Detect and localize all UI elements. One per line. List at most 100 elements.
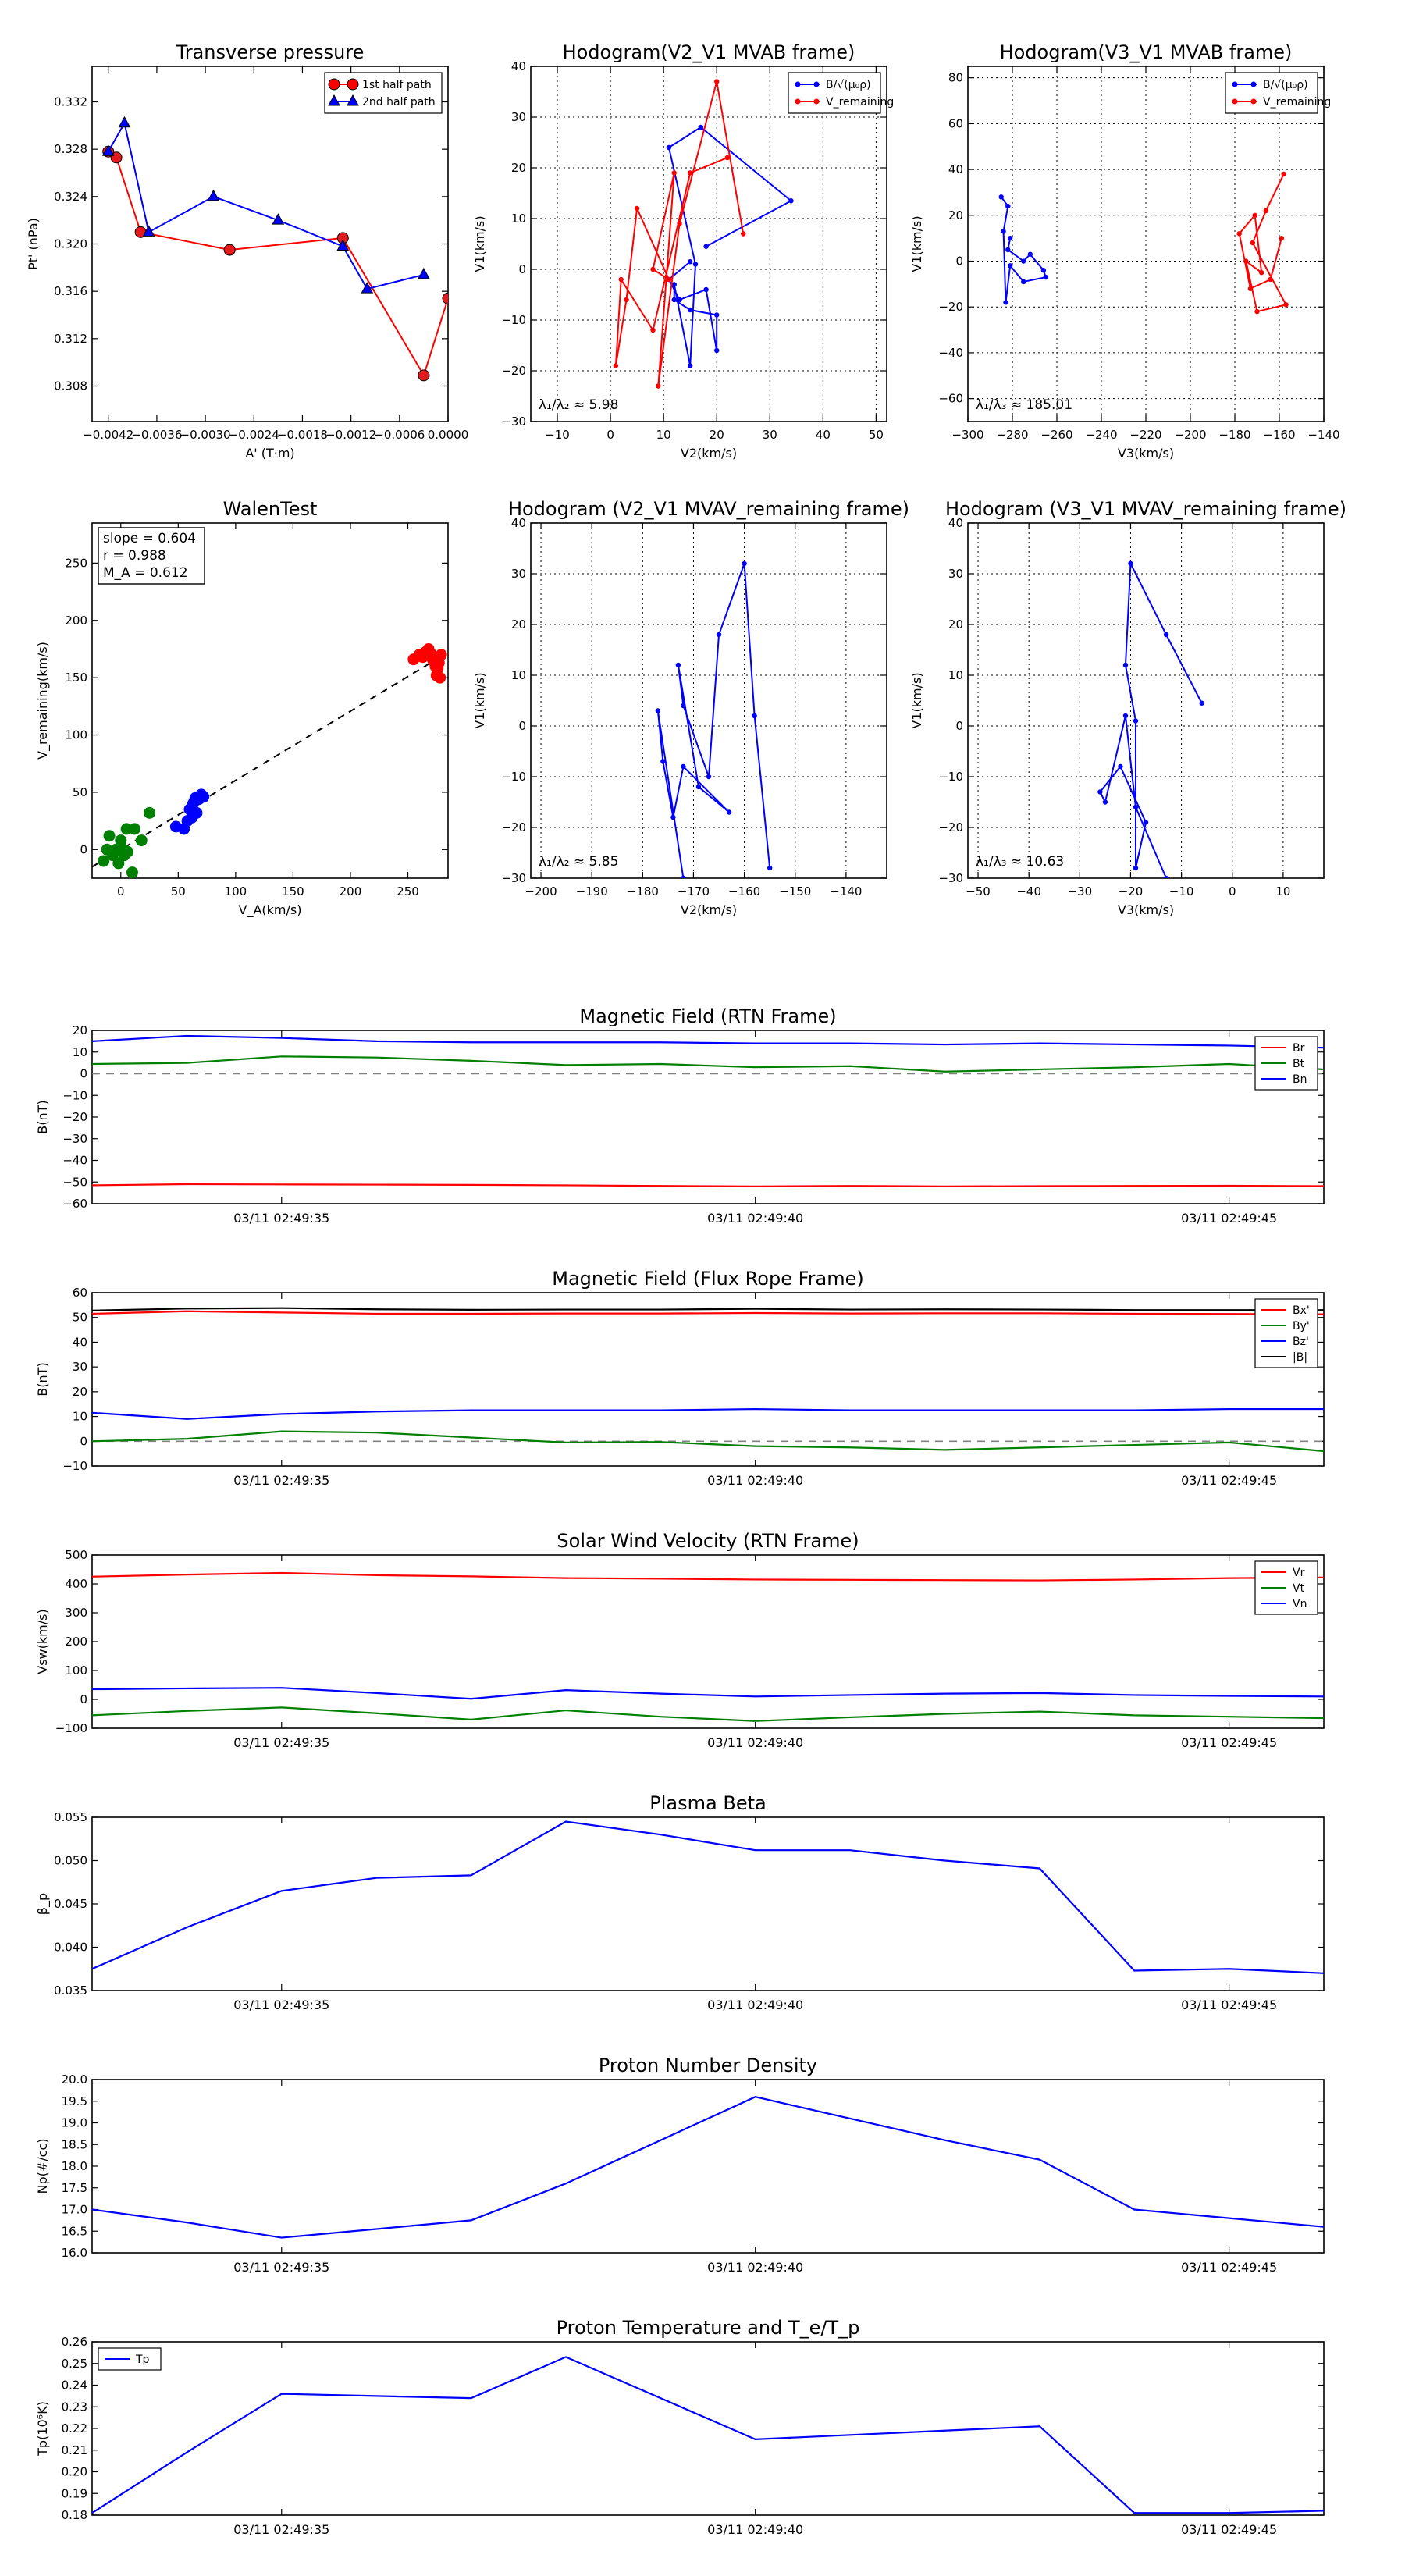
tp-series-Tp-line [92, 2356, 1324, 2514]
b_rtn-ytick-label: −30 [62, 1132, 87, 1146]
v_rtn-frame [91, 1554, 1325, 1729]
h2-ylabel: V1(km/s) [909, 215, 924, 272]
h3-point [752, 713, 757, 719]
v_rtn-ytick-label: −100 [55, 1721, 87, 1735]
h2-series-1-line [1238, 173, 1288, 313]
b_rtn-legend-label: Br [1293, 1042, 1305, 1055]
walen-point [197, 791, 210, 803]
b_rtn-series-Bt-line [92, 1055, 1324, 1073]
walen-xtick-label: 100 [225, 884, 247, 898]
h1-annotation: λ₁/λ₂ ≈ 5.98 [539, 397, 618, 413]
b_fr-xtick-label: 03/11 02:49:35 [233, 1473, 329, 1488]
h4-annotation: λ₁/λ₃ ≈ 10.63 [976, 854, 1064, 870]
tp-xtick-label: 03/11 02:49:40 [707, 2522, 803, 2537]
pt-xtick-label: −0.0042 [83, 428, 133, 442]
h4-xtick-label: 0 [1229, 884, 1236, 898]
pt-xtick-label: −0.0012 [325, 428, 376, 442]
h1-point [714, 347, 720, 354]
h1-point [624, 297, 629, 303]
pt-point [442, 292, 448, 304]
h2-legend-marker [1250, 81, 1257, 87]
walen-fit-text: r = 0.988 [103, 548, 166, 564]
walen-point [190, 806, 203, 819]
pt-xlabel: A' (T·m) [245, 446, 294, 461]
pt-xtick-label: −0.0018 [277, 428, 328, 442]
h1-ytick-label: 30 [511, 110, 526, 124]
h1-frame [530, 66, 887, 422]
h2-point [1007, 263, 1013, 269]
np-ytick-label: 17.0 [62, 2203, 87, 2217]
b_rtn-ytick-label: −20 [62, 1110, 87, 1124]
h4-point [1163, 632, 1169, 638]
h1-xlabel: V2(km/s) [681, 446, 737, 461]
h4-point [1163, 875, 1169, 878]
v_rtn-ytick-label: 100 [65, 1663, 87, 1678]
h3-point [716, 632, 722, 638]
tp-xtick-label: 03/11 02:49:45 [1181, 2522, 1277, 2537]
h2-ytick-label: 60 [948, 116, 963, 130]
pt-point [223, 244, 236, 256]
b_rtn-series-Br-line [92, 1183, 1324, 1187]
walen-point [144, 806, 156, 819]
b_rtn-xtick-label: 03/11 02:49:40 [707, 1211, 803, 1226]
h3-ylabel: V1(km/s) [472, 672, 487, 728]
h2-point [998, 194, 1004, 200]
h4-point [1122, 713, 1129, 719]
b_fr-legend-label: |B| [1293, 1351, 1307, 1364]
h1-point [724, 155, 731, 161]
np-title: Proton Number Density [599, 2055, 817, 2076]
h4-point [1133, 865, 1139, 871]
panel-b_rtn: 03/11 02:49:35 03/11 02:49:40 03/11 02:49:… [35, 1005, 1325, 1226]
pt-point [118, 116, 131, 128]
panel-beta: 03/11 02:49:35 03/11 02:49:40 03/11 02:49:… [35, 1792, 1325, 2012]
h4-point [1199, 700, 1204, 706]
h1-xtick-label: 30 [763, 428, 777, 442]
b_fr-ytick-label: 50 [73, 1311, 87, 1325]
h1-series-0-line [667, 126, 793, 366]
h1-ytick-label: 0 [518, 262, 526, 276]
pt-ytick-label: 0.308 [54, 379, 87, 393]
h1-point [613, 363, 619, 368]
h1-xtick-label: 50 [869, 428, 884, 442]
h1-ytick-label: 20 [511, 161, 526, 175]
walen-point [103, 830, 116, 842]
pt-xtick-label: −0.0036 [131, 428, 182, 442]
tp-ytick-label: 0.25 [62, 2357, 87, 2371]
b_rtn-xtick-label: 03/11 02:49:45 [1181, 1211, 1277, 1226]
h1-point [650, 327, 656, 333]
h2-point [1250, 240, 1256, 246]
h2-point [1021, 258, 1026, 264]
tp-plot-area [92, 2356, 1324, 2514]
h1-xtick-label: 40 [816, 428, 831, 442]
h2-legend-label: V_remaining [1263, 96, 1331, 109]
b_fr-legend-label: Bz' [1293, 1336, 1309, 1348]
h3-ytick-label: −30 [501, 871, 526, 885]
h1-legend-label: B/√(μ₀ρ) [826, 79, 871, 91]
walen-ytick-label: 200 [65, 614, 87, 628]
tp-title: Proton Temperature and T_e/T_p [557, 2317, 860, 2339]
b_fr-legend-label: Bx' [1293, 1304, 1310, 1317]
h3-xtick-label: −200 [525, 884, 557, 898]
h2-point [1040, 268, 1047, 273]
np-frame [91, 2079, 1325, 2254]
b_rtn-legend-label: Bn [1293, 1073, 1307, 1086]
walen-point [126, 866, 138, 878]
walen-xtick-label: 0 [117, 884, 125, 898]
b_fr-ytick-label: 0 [80, 1434, 87, 1448]
h3-xtick-label: −140 [830, 884, 862, 898]
h2-point [1043, 274, 1048, 280]
tp-ytick-label: 0.24 [62, 2379, 87, 2393]
h2-legend-marker [1232, 81, 1238, 87]
h3-point [681, 875, 686, 878]
h4-ytick-label: 10 [948, 668, 963, 682]
h1-plot-area [613, 79, 794, 389]
h2-point [1027, 251, 1033, 257]
h3-plot-area [655, 560, 773, 878]
h2-point [1268, 276, 1273, 283]
b_fr-series-|B|-line [92, 1307, 1324, 1311]
h1-point [687, 363, 693, 368]
h2-ytick-label: 40 [948, 162, 963, 176]
pt-point [418, 369, 430, 382]
walen-point [434, 671, 446, 684]
beta-xtick-label: 03/11 02:49:35 [233, 1998, 329, 2012]
